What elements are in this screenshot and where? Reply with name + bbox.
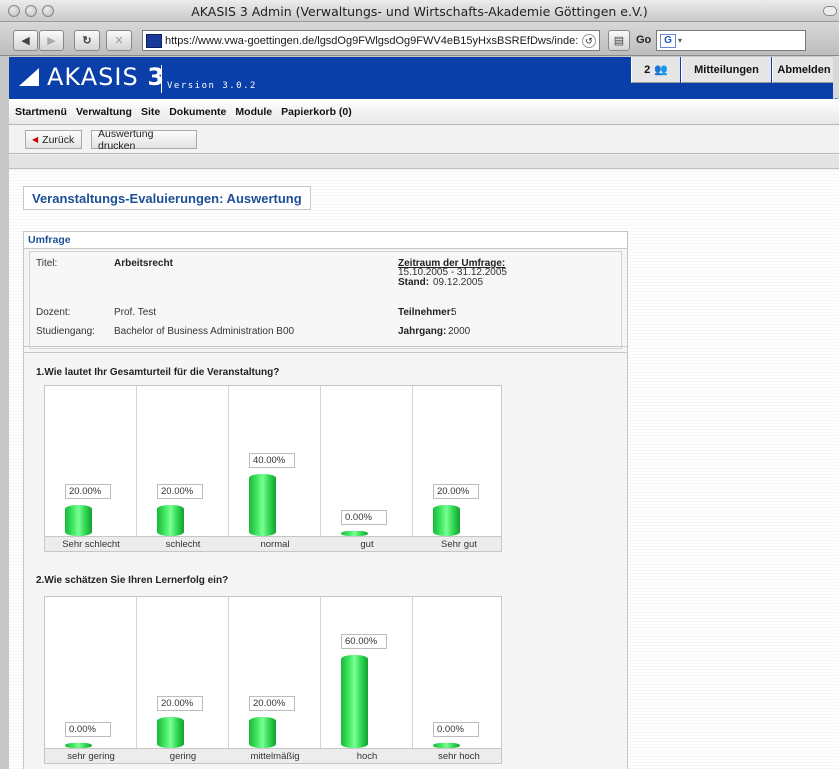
chart-category-label: sehr hoch <box>438 751 480 762</box>
chart-data-label: 0.00% <box>433 722 479 737</box>
logo-number: 3 <box>147 63 166 91</box>
title-value: Arbeitsrecht <box>114 258 173 269</box>
search-dropdown-icon[interactable]: ▾ <box>678 36 682 45</box>
chart-category-label: normal <box>260 539 290 550</box>
program-label: Studiengang: <box>36 326 95 337</box>
chart-bar <box>65 505 92 536</box>
back-button[interactable]: ◀ Zurück <box>25 130 82 149</box>
users-icon: 👥 <box>654 64 668 76</box>
akasis-logo-icon <box>19 68 39 86</box>
chart-data-label: 60.00% <box>341 634 387 649</box>
chart-bar <box>157 505 184 536</box>
toolbar-toggle-icon[interactable] <box>823 6 837 16</box>
print-page-button[interactable]: ▤ <box>608 30 630 51</box>
printer-icon: ▤ <box>613 35 625 47</box>
chart-data-label: 40.00% <box>249 453 295 468</box>
chart-data-label: 20.00% <box>157 484 203 499</box>
logo-word: AKASIS <box>47 63 139 91</box>
survey-panel: Umfrage Titel: Arbeitsrecht Zeitraum der… <box>23 231 628 769</box>
divider-line <box>24 346 627 347</box>
participants-value: 5 <box>451 307 457 318</box>
chart-bar <box>341 655 368 748</box>
address-bar[interactable]: https://www.vwa-goettingen.de/lgsdOg9FWl… <box>142 30 600 51</box>
chart-category-label: gering <box>169 751 197 762</box>
chart-data-label: 20.00% <box>249 696 295 711</box>
window-title: AKASIS 3 Admin (Verwaltungs- und Wirtsch… <box>191 4 648 19</box>
stand-label: Stand: <box>398 277 430 288</box>
chart-data-label: 20.00% <box>65 484 111 499</box>
main-menu: Startmenü Verwaltung Site Dokumente Modu… <box>9 99 839 125</box>
question-1-chart: 20.00% 20.00% 40.00% 0.00% 20.00% Sehr schlec… <box>44 385 502 552</box>
logo-divider <box>161 65 162 93</box>
lecturer-value: Prof. Test <box>114 307 157 318</box>
app-logo-text: AKASIS 3 <box>47 63 165 91</box>
stand-value: 09.12.2005 <box>433 277 484 288</box>
sub-toolbar-strip <box>9 155 839 169</box>
chart-data-label: 0.00% <box>341 510 387 525</box>
question-1-text: 1.Wie lautet Ihr Gesamturteil für die Ve… <box>36 367 280 378</box>
title-label: Titel: <box>36 258 58 269</box>
chart-category-row: Sehr schlecht schlecht normal gut Sehr gut <box>45 536 501 551</box>
chart-bar <box>249 717 276 748</box>
page-content: Startmenü Verwaltung Site Dokumente Modu… <box>9 99 839 769</box>
chart-category-label: hoch <box>356 751 378 762</box>
chart-bar <box>249 474 276 536</box>
survey-info-box: Titel: Arbeitsrecht Zeitraum der Umfrage… <box>29 251 622 349</box>
stop-icon: ✕ <box>114 35 124 47</box>
menu-item-module[interactable]: Module <box>235 106 272 118</box>
logout-button[interactable]: Abmelden <box>772 57 835 83</box>
menu-item-verwaltung[interactable]: Verwaltung <box>76 106 132 118</box>
year-label: Jahrgang: <box>398 326 447 337</box>
chart-category-label: schlecht <box>165 539 201 550</box>
chart-data-label: 20.00% <box>157 696 203 711</box>
question-2-chart: 0.00% 20.00% 20.00% 60.00% 0.00% sehr gering g… <box>44 596 502 764</box>
chart-category-label: Sehr gut <box>441 539 477 550</box>
back-triangle-icon: ◀ <box>32 135 39 144</box>
menu-item-dokumente[interactable]: Dokumente <box>169 106 226 118</box>
browser-toolbar: ◀ ▶ ↻ ✕ https://www.vwa-goettingen.de/lg… <box>0 22 839 56</box>
lecturer-label: Dozent: <box>36 307 71 318</box>
go-label: Go <box>636 34 652 46</box>
chart-data-label: 20.00% <box>433 484 479 499</box>
page-title: Veranstaltungs-Evaluierungen: Auswertung <box>23 186 311 210</box>
chart-category-row: sehr gering gering mittelmäßig hoch sehr hoc… <box>45 748 501 763</box>
online-users-count: 2 <box>644 63 651 76</box>
back-nav-button[interactable]: ◀ <box>13 30 38 51</box>
reload-icon: ↻ <box>82 35 92 47</box>
snapback-icon[interactable]: ↺ <box>582 33 596 48</box>
program-value: Bachelor of Business Administration B00 <box>114 326 295 337</box>
back-button-label: Zurück <box>42 133 75 146</box>
chart-bar <box>157 717 184 748</box>
survey-panel-title: Umfrage <box>24 232 627 249</box>
site-favicon-icon <box>146 33 162 48</box>
chart-category-label: gut <box>360 539 374 550</box>
app-header: AKASIS 3 Version 3.0.2 2 👥 Mitteilungen … <box>9 57 839 99</box>
chart-bar <box>433 505 460 536</box>
chart-category-label: mittelmäßig <box>250 751 300 762</box>
forward-arrow-icon: ▶ <box>47 35 56 47</box>
google-search-field[interactable]: G ▾ <box>656 30 806 51</box>
messages-button[interactable]: Mitteilungen <box>681 57 771 83</box>
action-bar: ◀ Zurück Auswertung drucken <box>9 126 839 154</box>
address-url[interactable]: https://www.vwa-goettingen.de/lgsdOg9FWl… <box>165 35 582 47</box>
chart-category-label: sehr gering <box>67 751 115 762</box>
forward-nav-button[interactable]: ▶ <box>39 30 64 51</box>
menu-item-papierkorb[interactable]: Papierkorb (0) <box>281 106 352 118</box>
year-value: 2000 <box>448 326 471 337</box>
stop-button[interactable]: ✕ <box>106 30 132 51</box>
window-title-bar: AKASIS 3 Admin (Verwaltungs- und Wirtsch… <box>0 0 839 22</box>
app-version: Version 3.0.2 <box>167 81 257 91</box>
menu-item-startmenu[interactable]: Startmenü <box>15 106 67 118</box>
reload-button[interactable]: ↻ <box>74 30 100 51</box>
chart-data-label: 0.00% <box>65 722 111 737</box>
participants-label: Teilnehmer: <box>398 307 454 318</box>
divider-line <box>24 352 627 353</box>
google-icon[interactable]: G <box>660 33 676 48</box>
chart-category-label: Sehr schlecht <box>62 539 120 550</box>
online-users-button[interactable]: 2 👥 <box>631 57 680 83</box>
back-arrow-icon: ◀ <box>21 35 30 47</box>
question-2-text: 2.Wie schätzen Sie Ihren Lernerfolg ein? <box>36 575 229 586</box>
menu-item-site[interactable]: Site <box>141 106 160 118</box>
print-evaluation-button[interactable]: Auswertung drucken <box>91 128 197 152</box>
